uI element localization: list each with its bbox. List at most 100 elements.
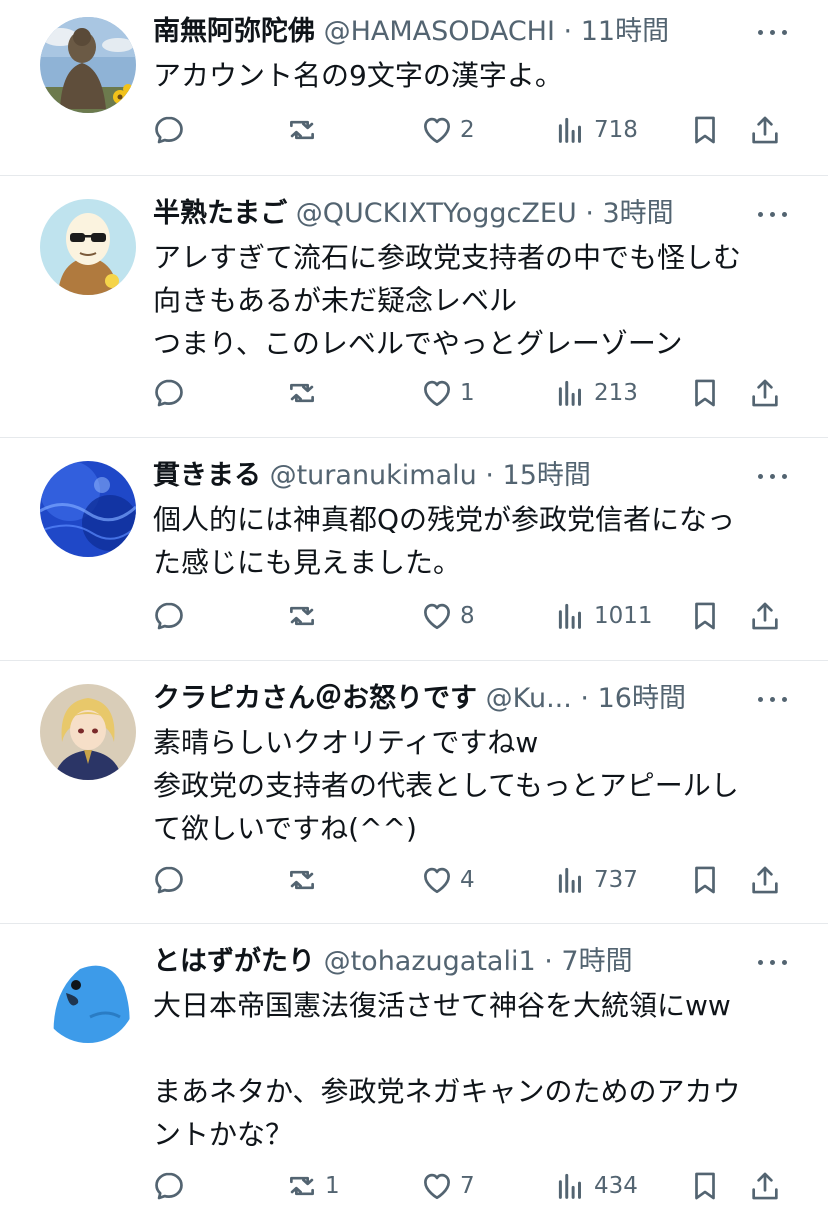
share-button[interactable]: [748, 1164, 782, 1208]
avatar[interactable]: [40, 947, 136, 1043]
retweet-icon: [290, 1176, 314, 1196]
blue-texture-avatar: [40, 461, 136, 557]
retweet-button[interactable]: [285, 594, 325, 638]
display-name[interactable]: クラピカさん＠お怒りです: [153, 683, 477, 714]
buddha-statue-avatar: [40, 17, 136, 113]
tweet[interactable]: 貫きまる @turanukimalu · 15時間 個人的には神真都Qの残党が参…: [0, 438, 828, 661]
avatar[interactable]: [40, 199, 136, 295]
tweet-text-line: 参政党の支持者の代表としてもっとアピールし: [153, 769, 739, 802]
views-button[interactable]: 213: [554, 371, 638, 415]
views-icon: [558, 380, 581, 406]
share-button[interactable]: [748, 371, 782, 415]
tweet-text-line: 大日本帝国憲法復活させて神谷を大統領にww: [153, 989, 731, 1022]
bookmark-button[interactable]: [688, 1164, 722, 1208]
share-icon: [752, 116, 778, 144]
timestamp[interactable]: 3時間: [603, 198, 674, 229]
more-icon[interactable]: [758, 12, 788, 52]
like-icon: [424, 867, 450, 894]
reply-button[interactable]: [152, 594, 192, 638]
tweet-text: アカウント名の9文字の漢字よ。: [153, 54, 793, 97]
retweet-button[interactable]: [285, 371, 325, 415]
like-button[interactable]: 8: [420, 594, 475, 638]
bookmark-icon: [695, 602, 715, 630]
separator-dot: ·: [485, 460, 494, 491]
reply-button[interactable]: [152, 371, 192, 415]
bookmark-button[interactable]: [688, 371, 722, 415]
views-icon: [558, 1173, 581, 1199]
views-button[interactable]: 737: [554, 858, 638, 902]
user-handle[interactable]: @QUCKIXTYoggcZEU: [296, 198, 577, 229]
tweet[interactable]: とはずがたり @tohazugatali1 · 7時間 大日本帝国憲法復活させて…: [0, 924, 828, 1220]
display-name[interactable]: 半熟たまご: [153, 198, 287, 229]
bookmark-icon: [695, 1172, 715, 1200]
tweet[interactable]: 半熟たまご @QUCKIXTYoggcZEU · 3時間 アレすぎて流石に参政党…: [0, 176, 828, 438]
avatar[interactable]: [40, 461, 136, 557]
like-button[interactable]: 2: [420, 108, 475, 152]
like-icon: [424, 380, 450, 407]
share-button[interactable]: [748, 858, 782, 902]
tweet-text-line: 個人的には神真都Qの残党が参政党信者になっ: [153, 503, 736, 536]
action-bar: 4 737: [0, 858, 828, 902]
share-icon: [752, 379, 778, 407]
tweet-text-line: 素晴らしいクオリティですねw: [153, 726, 539, 759]
bookmark-icon: [695, 379, 715, 407]
retweet-button[interactable]: [285, 108, 325, 152]
tweet-text-line: つまり、このレベルでやっとグレーゾーン: [153, 327, 683, 360]
like-button[interactable]: 7: [420, 1164, 475, 1208]
display-name[interactable]: とはずがたり: [153, 946, 315, 977]
tweet-text: 大日本帝国憲法復活させて神谷を大統領にww まあネタか、参政党ネガキャンのための…: [153, 984, 793, 1156]
bookmark-button[interactable]: [688, 858, 722, 902]
retweet-icon: [290, 606, 314, 626]
tweet-text-line: まあネタか、参政党ネガキャンのためのアカウ: [153, 1075, 741, 1108]
reply-button[interactable]: [152, 858, 192, 902]
blue-parakeet-avatar: [40, 947, 136, 1043]
more-icon[interactable]: [758, 942, 788, 982]
bookmark-button[interactable]: [688, 108, 722, 152]
reply-button[interactable]: [152, 108, 192, 152]
retweet-button[interactable]: [285, 858, 325, 902]
user-handle[interactable]: @Ku...: [486, 683, 572, 714]
views-icon: [558, 867, 581, 893]
share-icon: [752, 866, 778, 894]
timestamp[interactable]: 11時間: [581, 16, 669, 47]
display-name[interactable]: 南無阿弥陀佛: [153, 16, 315, 47]
separator-dot: ·: [544, 946, 553, 977]
tweet-text-line: ントかな？: [153, 1118, 294, 1151]
share-button[interactable]: [748, 594, 782, 638]
retweet-icon: [290, 870, 314, 890]
avatar[interactable]: [40, 684, 136, 780]
user-handle[interactable]: @HAMASODACHI: [324, 16, 555, 47]
views-button[interactable]: 1011: [554, 594, 653, 638]
anime-character-avatar: [40, 684, 136, 780]
tweet[interactable]: クラピカさん＠お怒りです @Ku... · 16時間 素晴らしいクオリティですね…: [0, 661, 828, 924]
bookmark-button[interactable]: [688, 594, 722, 638]
more-icon[interactable]: [758, 194, 788, 234]
more-icon[interactable]: [758, 679, 788, 719]
timestamp[interactable]: 15時間: [503, 460, 591, 491]
share-button[interactable]: [748, 108, 782, 152]
user-handle[interactable]: @tohazugatali1: [324, 946, 536, 977]
views-button[interactable]: 718: [554, 108, 638, 152]
timestamp[interactable]: 7時間: [561, 946, 632, 977]
tweet[interactable]: 南無阿弥陀佛 @HAMASODACHI · 11時間 アカウント名の9文字の漢字…: [0, 0, 828, 176]
like-icon: [424, 603, 450, 630]
like-button[interactable]: 1: [420, 371, 475, 415]
retweet-button[interactable]: 1: [285, 1164, 340, 1208]
reply-button[interactable]: [152, 1164, 192, 1208]
views-button[interactable]: 434: [554, 1164, 638, 1208]
more-icon[interactable]: [758, 456, 788, 496]
timestamp[interactable]: 16時間: [598, 683, 686, 714]
views-icon: [558, 603, 581, 629]
tweet-text-line: アカウント名の9文字の漢字よ。: [153, 59, 563, 92]
view-count: 718: [594, 117, 638, 143]
share-icon: [752, 602, 778, 630]
avatar[interactable]: [40, 17, 136, 113]
like-count: 2: [460, 117, 475, 143]
action-bar: 2 718: [0, 108, 828, 152]
views-icon: [558, 117, 581, 143]
like-button[interactable]: 4: [420, 858, 475, 902]
display-name[interactable]: 貫きまる: [153, 460, 261, 491]
like-icon: [424, 1173, 450, 1200]
user-handle[interactable]: @turanukimalu: [270, 460, 477, 491]
reply-icon: [155, 1172, 183, 1200]
